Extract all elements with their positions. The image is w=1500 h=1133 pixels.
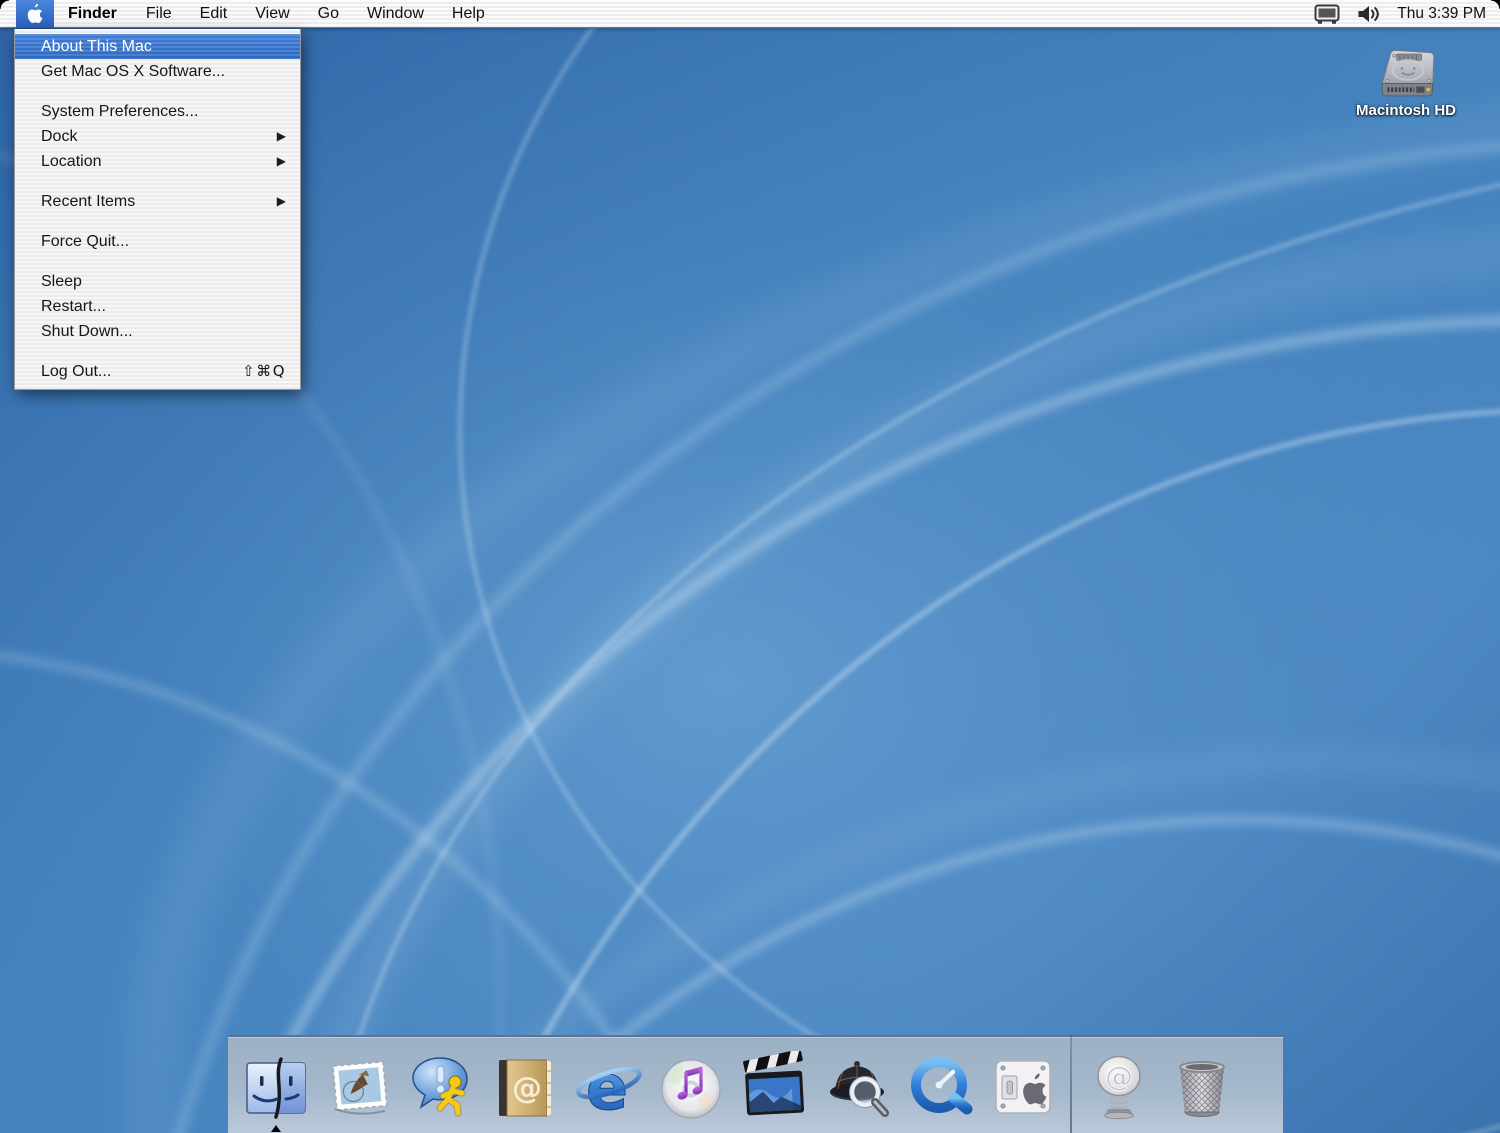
menubar-menu-view[interactable]: View xyxy=(241,0,303,28)
apple-menu-item-system-preferences[interactable]: System Preferences... xyxy=(15,99,300,124)
displays-icon[interactable] xyxy=(1314,3,1340,25)
dock-item-imovie[interactable] xyxy=(738,1051,810,1123)
menubar-menu-file[interactable]: File xyxy=(132,0,186,28)
apple-menu-item-location[interactable]: Location▶ xyxy=(15,149,300,174)
menubar-menu-go[interactable]: Go xyxy=(304,0,353,28)
internet-explorer-icon: e xyxy=(572,1051,644,1123)
hard-drive-icon xyxy=(1367,38,1445,100)
apple-menu-item-sleep[interactable]: Sleep xyxy=(15,269,300,294)
submenu-arrow-icon: ▶ xyxy=(277,149,286,174)
sherlock-icon xyxy=(821,1051,893,1123)
menu-separator-gap xyxy=(15,254,300,269)
menubar-status-area: Thu 3:39 PM xyxy=(1314,3,1500,25)
apple-logo-icon xyxy=(27,4,44,24)
dock-item-quicktime[interactable] xyxy=(904,1051,976,1123)
atsign-spring-icon: @ xyxy=(1083,1051,1155,1123)
menubar-menu-window[interactable]: Window xyxy=(353,0,438,28)
dock-item-internet-explorer[interactable]: e xyxy=(572,1051,644,1123)
dock-item-itunes[interactable] xyxy=(655,1051,727,1123)
dock-item-trash[interactable] xyxy=(1166,1051,1238,1123)
dock-item-sherlock[interactable] xyxy=(821,1051,893,1123)
apple-menu-item-log-out[interactable]: Log Out...⇧⌘Q xyxy=(15,359,300,384)
dock: @ e @ xyxy=(228,1035,1283,1133)
menu-separator-gap xyxy=(15,174,300,189)
svg-text:@: @ xyxy=(512,1071,542,1106)
dock-item-web-link[interactable]: @ xyxy=(1083,1051,1155,1123)
menu-separator-gap xyxy=(15,214,300,229)
desktop-icon-macintosh-hd[interactable]: Macintosh HD xyxy=(1346,38,1466,119)
apple-menu-item-shut-down[interactable]: Shut Down... xyxy=(15,319,300,344)
shortcut-label: ⇧⌘Q xyxy=(242,359,286,384)
itunes-icon xyxy=(655,1051,727,1123)
aim-icon xyxy=(406,1051,478,1123)
apple-menu-dropdown: About This MacGet Mac OS X Software... Sy… xyxy=(14,29,301,390)
address-book-icon: @ xyxy=(489,1051,561,1123)
system-preferences-icon xyxy=(987,1051,1059,1123)
menubar-menu-help[interactable]: Help xyxy=(438,0,499,28)
apple-menu-button[interactable] xyxy=(16,0,54,28)
menu-separator-gap xyxy=(15,84,300,99)
volume-icon[interactable] xyxy=(1357,3,1380,25)
menubar-menu-edit[interactable]: Edit xyxy=(186,0,242,28)
apple-menu-item-restart[interactable]: Restart... xyxy=(15,294,300,319)
menu-separator-gap xyxy=(15,344,300,359)
submenu-arrow-icon: ▶ xyxy=(277,124,286,149)
screen-corner-left xyxy=(0,0,9,9)
imovie-icon xyxy=(738,1051,810,1123)
screen-corner-right xyxy=(1491,0,1500,9)
desktop-icon-label: Macintosh HD xyxy=(1346,102,1466,119)
dock-item-mail[interactable] xyxy=(323,1051,395,1123)
dock-separator xyxy=(1070,1035,1072,1133)
apple-menu-item-about-this-mac[interactable]: About This Mac xyxy=(15,34,300,59)
dock-item-aim[interactable] xyxy=(406,1051,478,1123)
svg-text:@: @ xyxy=(1105,1060,1133,1093)
running-indicator xyxy=(271,1125,281,1132)
menubar-clock[interactable]: Thu 3:39 PM xyxy=(1397,5,1486,23)
mail-stamp-icon xyxy=(323,1051,395,1123)
dock-item-system-preferences[interactable] xyxy=(987,1051,1059,1123)
desktop-screen: Finder FileEditViewGoWindowHelp Thu 3:39… xyxy=(0,0,1500,1133)
apple-menu-item-force-quit[interactable]: Force Quit... xyxy=(15,229,300,254)
apple-menu-item-recent-items[interactable]: Recent Items▶ xyxy=(15,189,300,214)
finder-icon xyxy=(240,1051,312,1123)
quicktime-icon xyxy=(904,1051,976,1123)
menubar-menus: FileEditViewGoWindowHelp xyxy=(132,0,499,28)
trash-icon xyxy=(1166,1051,1238,1123)
submenu-arrow-icon: ▶ xyxy=(277,189,286,214)
menu-bar: Finder FileEditViewGoWindowHelp Thu 3:39… xyxy=(0,0,1500,28)
dock-item-finder[interactable] xyxy=(240,1051,312,1123)
apple-menu-item-dock[interactable]: Dock▶ xyxy=(15,124,300,149)
menubar-app-name[interactable]: Finder xyxy=(54,0,132,28)
dock-item-address-book[interactable]: @ xyxy=(489,1051,561,1123)
apple-menu-item-get-mac-os-x-software[interactable]: Get Mac OS X Software... xyxy=(15,59,300,84)
